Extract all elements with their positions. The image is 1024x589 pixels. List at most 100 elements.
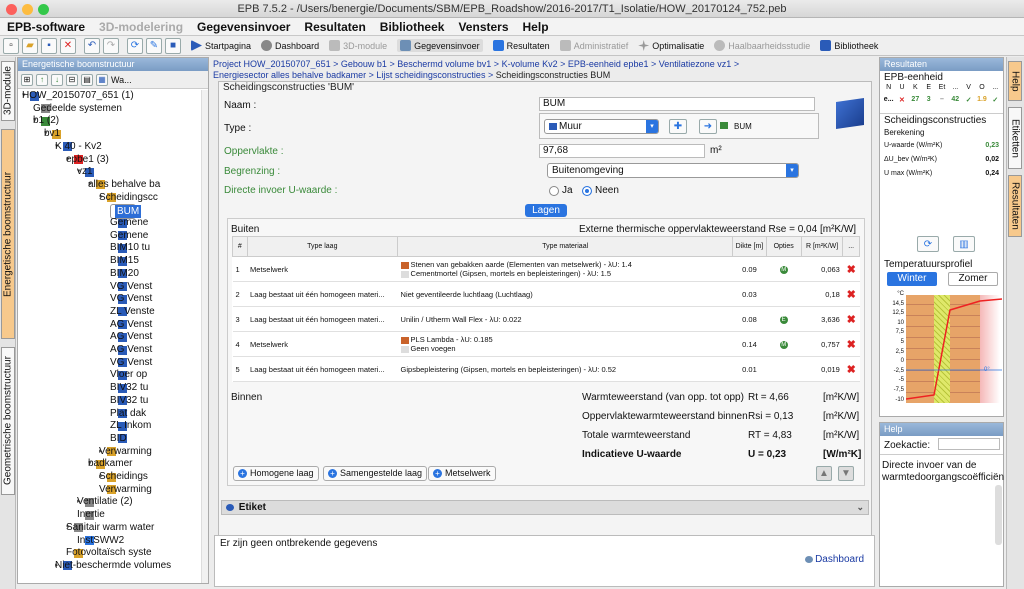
expand-icon[interactable]: ⊞ (21, 73, 33, 86)
tree-scrollbar[interactable] (201, 90, 208, 583)
add-type-icon[interactable]: ✚ (669, 119, 687, 134)
delete-icon[interactable]: ✖ (847, 289, 856, 301)
move-down-icon[interactable]: ▼ (838, 466, 854, 481)
help-scrollbar[interactable] (995, 485, 1002, 545)
result-value[interactable]: 42 (949, 96, 962, 104)
layer-row[interactable]: 5 Laag bestaat uit één homogeen materi...… (232, 356, 860, 382)
undo-icon[interactable]: ↶ (84, 37, 100, 54)
administratief-button[interactable]: Administratief (559, 40, 628, 51)
startpagina-button[interactable]: Startpagina (191, 40, 251, 51)
tab-help[interactable]: Help (1008, 61, 1022, 101)
arrow-right-icon[interactable]: ➜ (699, 119, 717, 134)
tree-node[interactable]: BIM10 tu (110, 242, 150, 254)
radio-ja[interactable]: Ja (549, 185, 573, 196)
tree-node[interactable]: Inertie (77, 509, 105, 521)
minimize-window-button[interactable] (22, 4, 33, 15)
tree-node[interactable]: VG Venst (110, 357, 152, 369)
zomer-button[interactable]: Zomer (948, 272, 998, 286)
open-folder-icon[interactable]: ▰ (22, 37, 38, 54)
collapse-icon[interactable]: ⊟ (66, 73, 78, 86)
add-metselwerk-button[interactable]: + Metselwerk (428, 466, 496, 481)
breadcrumb-epb-eenheid[interactable]: EPB-eenheid epbe1 (568, 59, 649, 69)
menu-resultaten[interactable]: Resultaten (297, 20, 372, 34)
tree-node[interactable]: ZL Venste (110, 306, 155, 318)
delete-icon[interactable]: ✖ (847, 339, 856, 351)
tree-node[interactable]: Fotovoltaïsch syste (66, 547, 152, 559)
tree-node[interactable]: BIV32 tu (110, 395, 148, 407)
option-badge-icon[interactable]: E (779, 316, 788, 324)
breadcrumb-beschermd-volume[interactable]: Beschermd volume bv1 (397, 59, 491, 69)
tree-node[interactable]: ▾ bv1 (44, 128, 64, 140)
menu-vensters[interactable]: Vensters (451, 20, 515, 34)
tree-node[interactable]: BID (110, 433, 130, 445)
breadcrumb-ventilatiezone[interactable]: Ventilatiezone vz1 (659, 59, 732, 69)
haalbaarheidsstudie-button[interactable]: Haalbaarheidsstudie (714, 40, 810, 51)
tree-node[interactable]: ▾ K 40 - Kv2 (55, 141, 102, 153)
bibliotheek-button[interactable]: Bibliotheek (820, 40, 878, 51)
save-icon[interactable]: ▪ (41, 37, 57, 54)
tree-node[interactable]: ▾ HOW_20150707_651 (1) (22, 90, 134, 102)
gegevensinvoer-button[interactable]: Gegevensinvoer (397, 39, 483, 52)
tree-node[interactable]: Plat dak (110, 408, 146, 420)
tree-node[interactable]: ▾ b1 (2) (33, 115, 59, 127)
pencil-icon[interactable]: ✎ (146, 37, 162, 54)
breadcrumb-project[interactable]: Project HOW_20150707_651 (213, 59, 331, 69)
result-value[interactable]: ✓ (989, 96, 1002, 104)
tree-node[interactable]: ▾ vz1 (77, 166, 97, 178)
close-window-button[interactable] (6, 4, 17, 15)
tree-node[interactable]: ▾ Sanitair warm water (66, 522, 154, 534)
menu-3d-modelering[interactable]: 3D-modelering (92, 20, 190, 34)
tree-node[interactable]: AG Venst (110, 331, 152, 343)
option-badge-icon[interactable]: M (779, 341, 788, 349)
winter-button[interactable]: Winter (887, 272, 937, 286)
tab-lagen[interactable]: Lagen (525, 204, 567, 217)
zoom-window-button[interactable] (38, 4, 49, 15)
refresh-icon[interactable]: ⟳ (917, 236, 939, 252)
tab-etiketten[interactable]: Etiketten (1008, 107, 1022, 169)
layer-row[interactable]: 2 Laag bestaat uit één homogeen materi...… (232, 281, 860, 307)
radio-neen-circle[interactable] (582, 185, 592, 196)
result-value[interactable]: ✓ (962, 96, 975, 104)
tree-node[interactable]: ▸ Verwarming (99, 446, 152, 458)
tree-node[interactable]: BIM20 (110, 268, 139, 280)
tree-node[interactable]: VG Venst (110, 281, 152, 293)
radio-ja-circle[interactable] (549, 185, 559, 196)
chevron-down-icon[interactable]: ▾ (646, 120, 658, 133)
delete-icon[interactable]: ✖ (847, 314, 856, 326)
tab-resultaten[interactable]: Resultaten (1008, 175, 1022, 237)
redo-icon[interactable]: ↷ (103, 37, 119, 54)
tree-node[interactable]: AG Venst (110, 344, 152, 356)
dashboard-link[interactable]: Dashboard (805, 554, 864, 565)
tree-node[interactable]: ▸ Niet-beschermde volumes (55, 560, 171, 572)
layer-row[interactable]: 3 Laag bestaat uit één homogeen materi...… (232, 306, 860, 332)
tree-node[interactable]: ▸ Scheidings (99, 471, 148, 483)
result-value[interactable]: – (935, 96, 948, 104)
tree-node[interactable]: ZL Inkom (110, 420, 151, 432)
result-value[interactable]: e... (882, 96, 895, 104)
breadcrumb-lijst[interactable]: Lijst scheidingsconstructies (376, 70, 485, 80)
expand-chevron-icon[interactable]: ⌄ (856, 501, 864, 514)
result-value[interactable]: 27 (909, 96, 922, 104)
radio-neen[interactable]: Neen (582, 185, 619, 196)
tree-node[interactable]: InstSWW2 (77, 535, 124, 547)
option-badge-icon[interactable]: M (779, 266, 788, 274)
tree-node[interactable]: ▾ epbe1 (3) (66, 154, 109, 166)
delete-icon[interactable]: ✖ (847, 364, 856, 376)
tree-node[interactable]: AG Venst (110, 319, 152, 331)
breadcrumb-energiesector[interactable]: Energiesector alles behalve badkamer (213, 70, 366, 80)
building-icon[interactable]: ▦ (96, 73, 108, 86)
tree-node[interactable]: VG Venst (110, 293, 152, 305)
breadcrumb-k-volume[interactable]: K-volume Kv2 (502, 59, 558, 69)
refresh-icon[interactable]: ⟳ (127, 37, 143, 54)
type-select[interactable]: Muur ▾ (544, 119, 659, 134)
menu-gegevensinvoer[interactable]: Gegevensinvoer (190, 20, 297, 34)
tree-node[interactable]: Gedeelde systemen (33, 103, 122, 115)
tree-node[interactable]: ▾ badkamer (88, 458, 132, 470)
tree-node[interactable]: ▾ Scheidingscc (99, 192, 158, 204)
tree-search-label[interactable]: Wa... (111, 75, 132, 85)
etiket-bar[interactable]: Etiket ⌄ (221, 500, 869, 515)
dashboard-button[interactable]: Dashboard (261, 40, 319, 51)
close-file-icon[interactable]: ✕ (60, 37, 76, 54)
filter-icon[interactable]: ▤ (81, 73, 93, 86)
menu-epb-software[interactable]: EPB-software (0, 20, 92, 34)
